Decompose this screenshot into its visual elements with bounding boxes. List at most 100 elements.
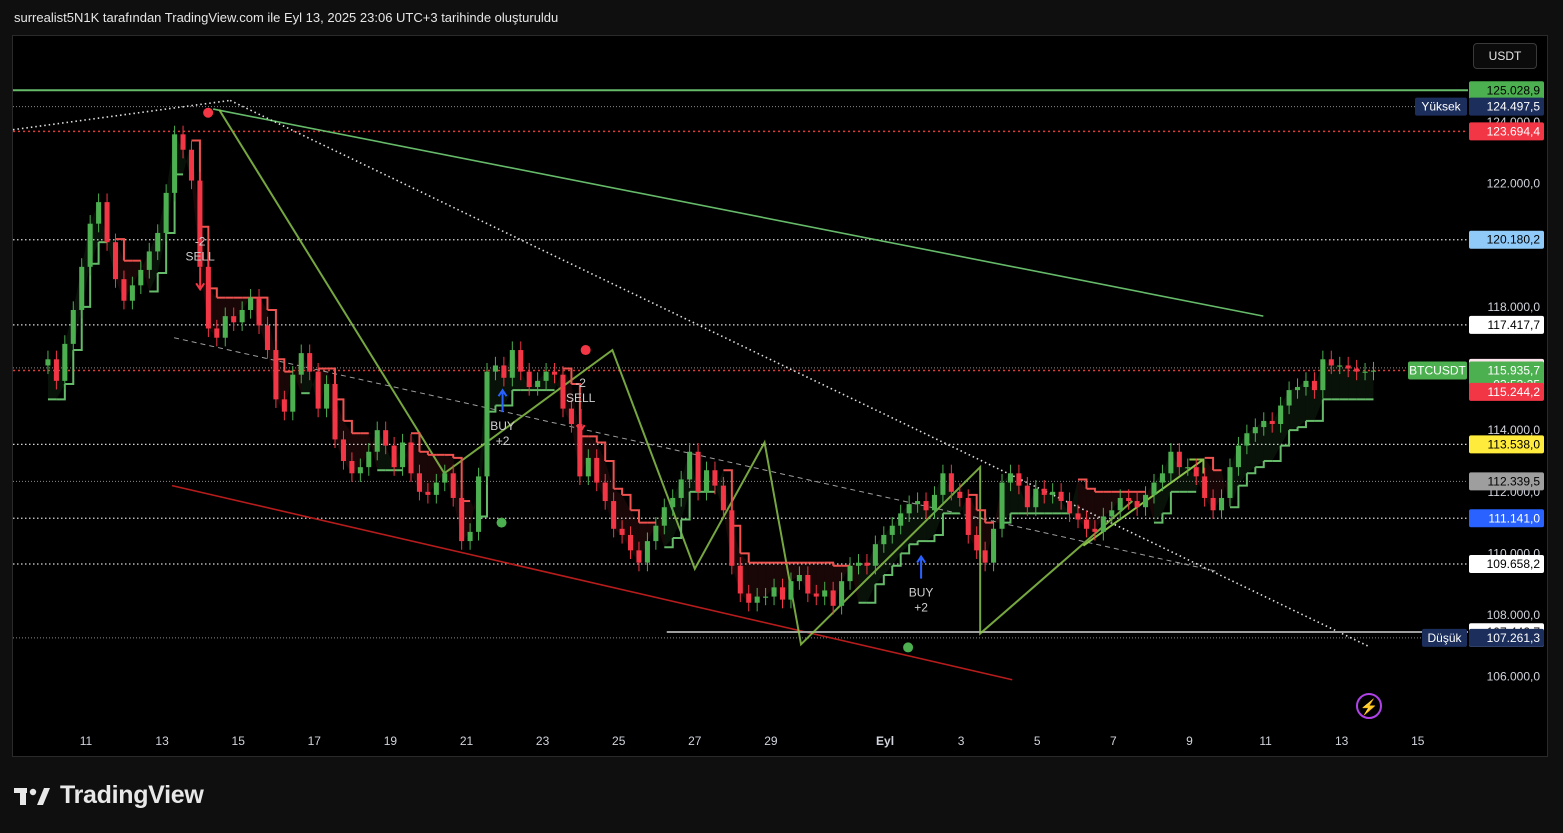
price-tag-value: 115.244,2 [1488, 385, 1541, 399]
candle-body [205, 266, 211, 329]
btcusdt-price-chart[interactable]: -2SELLBUY+2-2SELLBUY+2124.000,0122.000,0… [13, 36, 1548, 757]
candle-body [653, 525, 659, 542]
candle-body [307, 353, 313, 372]
price-tag: 117.417,7 [1469, 315, 1544, 334]
candle-body [779, 587, 786, 600]
candle-body [281, 399, 287, 412]
tradingview-logo-icon [14, 787, 50, 805]
candle-body [400, 442, 406, 468]
candle-body [1269, 420, 1275, 425]
price-tick-label: 108.000,0 [1487, 608, 1541, 622]
candle-body [104, 202, 110, 243]
candle-body [366, 451, 372, 468]
candle [273, 341, 279, 408]
currency-button[interactable]: USDT [1473, 43, 1537, 69]
trailing-stop-line [47, 139, 1374, 604]
candle-body [290, 374, 296, 412]
sell-signal-label: -2 [575, 376, 586, 390]
candle-body [1168, 451, 1174, 474]
candle-body [138, 269, 144, 286]
candle-body [552, 371, 558, 375]
tradingview-brand[interactable]: TradingView [14, 781, 204, 810]
chart-panel[interactable]: -2 SELL BUY +2 -2 SELL BUY +2 124.000,0 122.000,0… [12, 35, 1548, 757]
candle-body [560, 374, 566, 409]
price-tag-name: BTCUSDT [1409, 364, 1466, 378]
candle-body [1050, 491, 1056, 495]
candle-body [1185, 467, 1191, 469]
buy-signal-label: +2 [496, 434, 510, 448]
candle-body [1058, 491, 1064, 502]
candle-body [720, 485, 726, 511]
candle-body [324, 383, 330, 409]
candle-body [1328, 359, 1334, 366]
candle-body [222, 316, 228, 338]
candle-body [1210, 497, 1216, 511]
candle-body [467, 531, 473, 542]
candle [999, 473, 1005, 538]
candle-body [737, 565, 743, 594]
candle-body [1370, 370, 1377, 372]
sell-signal-label: SELL [566, 391, 596, 405]
price-tag-value: 124.497,5 [1487, 100, 1541, 114]
candle-body [518, 350, 524, 372]
trend-fill-segment [1356, 371, 1366, 400]
candle [476, 467, 482, 541]
price-tag-value: 111.141,0 [1488, 511, 1540, 525]
price-tick-label: 114.000,0 [1488, 423, 1541, 437]
candle-body [1109, 510, 1115, 517]
price-tag-value: 117.417,7 [1488, 318, 1541, 332]
candle-body [1176, 451, 1182, 468]
price-tick-label: 118.000,0 [1488, 300, 1541, 314]
candle-body [256, 297, 262, 326]
time-tick-label: 21 [460, 734, 474, 748]
candle-body [172, 134, 178, 193]
candle-body [1244, 433, 1250, 446]
candle-body [239, 309, 245, 323]
candle [79, 258, 85, 319]
candle-body [357, 467, 363, 474]
candle-body [940, 473, 946, 495]
price-tick-label: 122.000,0 [1487, 177, 1541, 191]
candle-body [188, 149, 195, 181]
swing-high-dot [203, 107, 214, 118]
candle-body [298, 353, 304, 375]
candle-body [264, 325, 271, 351]
candle-body [315, 371, 321, 409]
candle-body [112, 242, 119, 280]
candle-body [1278, 405, 1284, 425]
candle-body [408, 442, 414, 474]
price-tag: 124.497,5 Yüksek [1415, 97, 1544, 116]
price-tag: 107.261,3 Düşük [1422, 628, 1544, 647]
candle-body [1362, 371, 1368, 373]
candle-body [1067, 501, 1073, 514]
lightning-bolt-icon[interactable]: ⚡ [1356, 693, 1382, 719]
candle-body [1286, 390, 1292, 406]
candle-body [121, 279, 127, 301]
candle-body [450, 473, 456, 498]
price-tag-value: 120.180,2 [1487, 233, 1541, 247]
time-tick-label: 19 [384, 734, 398, 748]
candle-body [1193, 467, 1199, 477]
candle [703, 461, 710, 501]
candle-body [1202, 476, 1208, 498]
price-tag-value: 112.339,5 [1488, 474, 1541, 488]
candle-body [644, 541, 650, 563]
candle-body [1294, 387, 1301, 391]
candle-body [1337, 365, 1343, 367]
candle-body [636, 550, 642, 563]
candle-body [585, 457, 591, 477]
candle-body [923, 501, 929, 511]
candle-body [374, 430, 380, 452]
candle-body [1100, 516, 1106, 532]
candle-body [1126, 497, 1132, 502]
candle-body [1117, 497, 1123, 511]
price-tag-name: Yüksek [1421, 100, 1461, 114]
candle-body [661, 507, 667, 526]
candle-body [1235, 445, 1241, 468]
candle-body [712, 470, 718, 486]
candle-body [1354, 368, 1360, 372]
candle-body [872, 544, 878, 566]
time-tick-label: 29 [764, 734, 778, 748]
price-tag: 113.538,0 [1469, 435, 1544, 454]
candle-body [1007, 473, 1013, 483]
